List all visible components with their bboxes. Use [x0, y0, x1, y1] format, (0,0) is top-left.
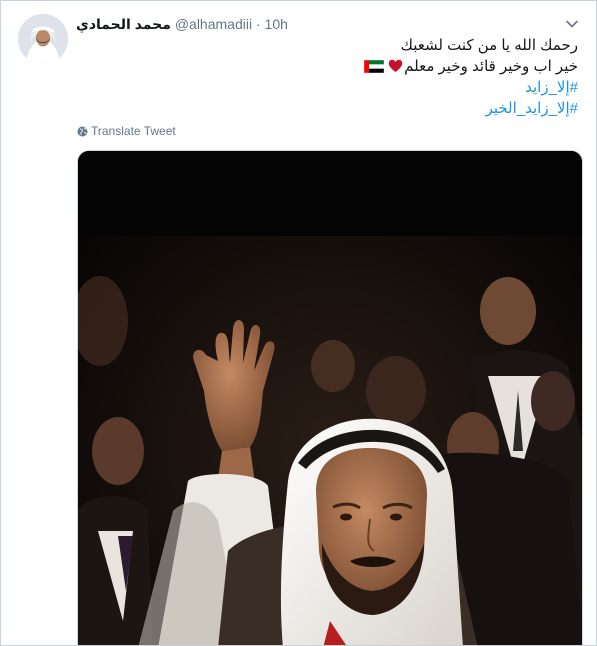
avatar[interactable] — [18, 14, 68, 64]
tweet-header: محمد الحمادي @alhamadiii · 10h — [76, 15, 288, 33]
tweet-line-1: رحمك الله يا من كنت لشعبك — [400, 37, 578, 54]
tweet-line-2-text: خير اب وخير قائد وخير معلم — [404, 58, 578, 75]
tweet-photo[interactable] — [77, 150, 583, 645]
translate-tweet-link[interactable]: Translate Tweet — [77, 123, 176, 139]
globe-icon — [77, 125, 88, 137]
translate-label: Translate Tweet — [91, 124, 176, 138]
separator-dot: · — [255, 16, 261, 32]
tweet-line-2: خير اب وخير قائد وخير معلم — [118, 56, 578, 77]
hashtag-link[interactable]: #إلا_زايد_الخير — [118, 98, 578, 119]
display-name[interactable]: محمد الحمادي — [76, 16, 171, 32]
avatar-image — [18, 14, 68, 64]
tweet-text: رحمك الله يا من كنت لشعبك خير اب وخير قا… — [118, 35, 578, 119]
chevron-down-icon[interactable] — [565, 17, 579, 31]
portrait-image — [78, 151, 582, 645]
timestamp[interactable]: 10h — [265, 16, 288, 32]
tweet-card: محمد الحمادي @alhamadiii · 10h رحمك الله… — [0, 0, 597, 646]
user-handle[interactable]: @alhamadiii — [175, 16, 252, 32]
uae-flag-icon — [363, 58, 385, 74]
hashtag-link[interactable]: #إلا_زايد — [118, 77, 578, 98]
heart-icon — [388, 58, 403, 72]
